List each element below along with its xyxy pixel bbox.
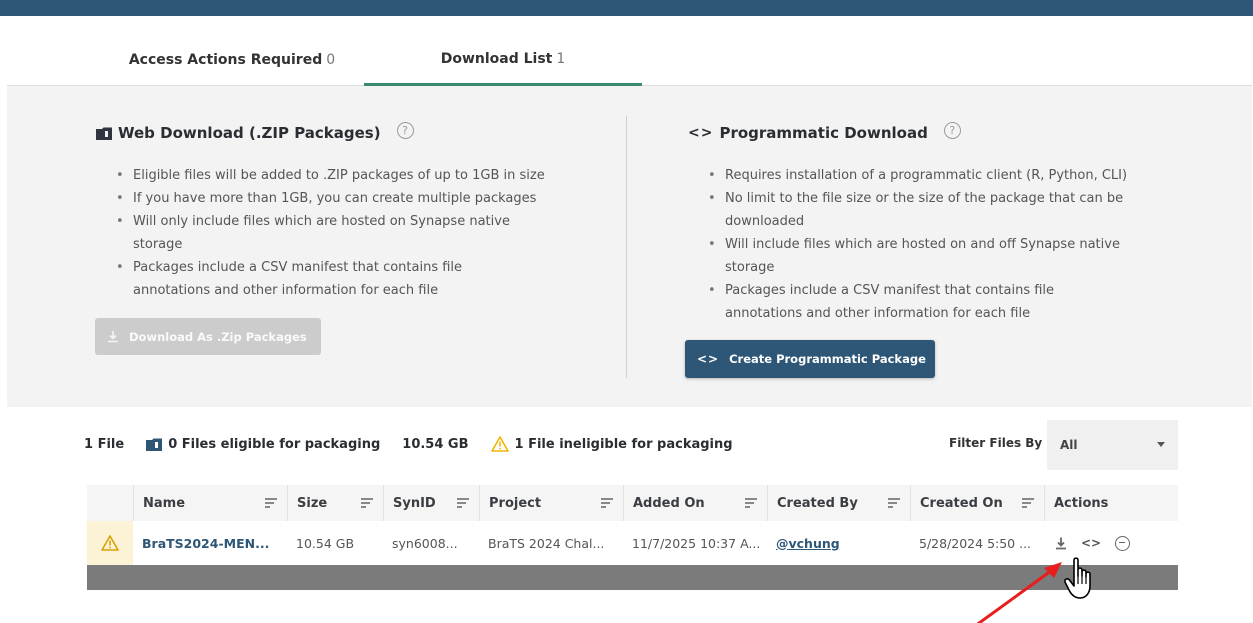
sort-icon[interactable] (1022, 498, 1034, 508)
tab-download-list-count: 1 (556, 50, 566, 67)
list-item: No limit to the file size or the size of… (688, 187, 1178, 210)
filter-select[interactable]: All (1047, 420, 1178, 470)
download-icon (108, 330, 118, 342)
column-header-actions: Actions (1044, 485, 1178, 521)
column-header-label: SynID (393, 495, 436, 511)
sort-icon[interactable] (745, 498, 757, 508)
sort-icon[interactable] (888, 498, 900, 508)
sort-icon[interactable] (457, 498, 469, 508)
tab-download-list-label: Download List (440, 50, 553, 67)
created-by-link[interactable]: @vchung (767, 521, 910, 565)
download-options-panel: Web Download (.ZIP Packages) ? Eligible … (7, 86, 1252, 407)
file-size: 10.54 GB (296, 535, 355, 551)
ineligible-count: 1 File ineligible for packaging (490, 436, 733, 452)
list-item: Eligible files will be added to .ZIP pac… (96, 164, 616, 187)
download-zip-button[interactable]: Download As .Zip Packages (95, 318, 321, 355)
list-item: Packages include a CSV manifest that con… (688, 279, 1178, 302)
download-zip-label: Download As .Zip Packages (129, 329, 307, 344)
column-header-label: Project (489, 495, 542, 511)
remove-file-button[interactable] (1115, 535, 1131, 551)
total-size-text: 10.54 GB (402, 436, 469, 452)
warning-icon (490, 436, 509, 452)
code-icon: <> (688, 125, 714, 141)
eligible-count-text: 0 Files eligible for packaging (168, 436, 381, 452)
programmatic-title-text: Programmatic Download (719, 124, 928, 142)
tab-download-list[interactable]: Download List 1 (364, 34, 642, 86)
chevron-down-icon (1157, 442, 1165, 447)
list-item: annotations and other information for ea… (133, 283, 439, 298)
package-icon (96, 127, 112, 140)
tab-bar: Access Actions Required 0 Download List … (7, 34, 1252, 86)
column-header-synid[interactable]: SynID (383, 485, 479, 521)
column-header-project[interactable]: Project (479, 485, 623, 521)
download-summary: 1 File 0 Files eligible for packaging 10… (84, 432, 755, 456)
tab-access-actions-count: 0 (326, 52, 336, 68)
column-header-created-by[interactable]: Created By (767, 485, 910, 521)
web-download-help-icon[interactable]: ? (396, 121, 414, 139)
ineligible-count-text: 1 File ineligible for packaging (514, 436, 733, 452)
sort-icon[interactable] (265, 498, 277, 508)
programmatic-help-icon[interactable]: ? (943, 121, 961, 139)
list-item: Requires installation of a programmatic … (688, 164, 1178, 187)
sort-icon[interactable] (361, 498, 373, 508)
remove-circle-icon (1115, 535, 1131, 551)
file-project: BraTS 2024 Chal... (488, 535, 605, 551)
create-programmatic-package-button[interactable]: <> Create Programmatic Package (685, 340, 935, 378)
top-banner (0, 0, 1253, 16)
column-header-label: Actions (1054, 495, 1109, 511)
file-synid: syn6008... (392, 535, 458, 551)
list-item: Packages include a CSV manifest that con… (96, 256, 616, 279)
web-download-bullets: Eligible files will be added to .ZIP pac… (96, 164, 616, 302)
list-item: Will include files which are hosted on a… (688, 233, 1178, 256)
file-added-on: 11/7/2025 10:37 A... (632, 535, 761, 551)
list-item: storage (725, 260, 775, 275)
web-download-title-text: Web Download (.ZIP Packages) (118, 124, 381, 142)
code-icon: <> (697, 352, 720, 366)
create-programmatic-package-label: Create Programmatic Package (729, 352, 926, 366)
filter-selected-value: All (1060, 438, 1078, 452)
list-item: Will only include files which are hosted… (96, 210, 616, 233)
warning-icon (101, 535, 119, 551)
list-item: If you have more than 1GB, you can creat… (96, 187, 616, 210)
file-count: 1 File (84, 437, 124, 452)
column-header-label: Added On (633, 495, 705, 511)
package-icon (146, 438, 163, 451)
column-header-size[interactable]: Size (287, 485, 383, 521)
list-item: storage (133, 237, 183, 252)
column-header-label: Name (143, 495, 186, 511)
total-size: 10.54 GB (402, 437, 468, 452)
column-header-label: Created By (777, 495, 858, 511)
list-item: downloaded (725, 214, 805, 229)
tab-access-actions[interactable]: Access Actions Required 0 (87, 34, 377, 86)
sort-icon[interactable] (601, 498, 613, 508)
filter-label: Filter Files By (949, 436, 1043, 450)
programmatic-bullets: Requires installation of a programmatic … (688, 164, 1178, 325)
tab-access-actions-label: Access Actions Required (128, 52, 323, 68)
list-item: annotations and other information for ea… (725, 306, 1031, 321)
column-header-label: Size (297, 495, 328, 511)
column-header-added-on[interactable]: Added On (623, 485, 767, 521)
eligible-count: 0 Files eligible for packaging (146, 437, 380, 452)
row-warning-cell (87, 521, 133, 565)
hand-pointer-icon (1064, 557, 1091, 599)
panel-divider (626, 116, 627, 378)
column-header-name[interactable]: Name (133, 485, 287, 521)
programmatic-title: <> Programmatic Download ? (688, 121, 961, 142)
web-download-title: Web Download (.ZIP Packages) ? (96, 121, 414, 142)
file-name-link[interactable]: BraTS2024-MEN... (133, 521, 287, 565)
column-header-created-on[interactable]: Created On (910, 485, 1044, 521)
file-count-text: 1 File (84, 436, 125, 452)
column-header-label: Created On (920, 495, 1003, 511)
table-header: Name Size SynID Project Added On Created… (87, 485, 1178, 521)
